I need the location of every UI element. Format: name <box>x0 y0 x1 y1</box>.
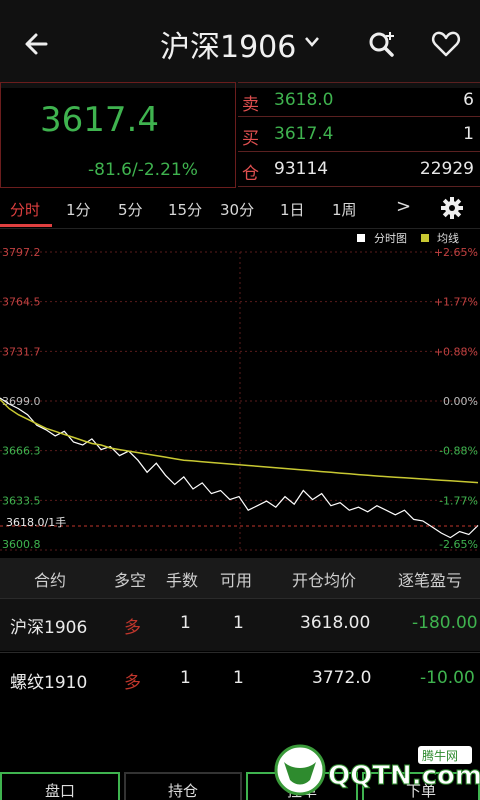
row-pnl: -10.00 <box>420 668 475 688</box>
sell-volume: 6 <box>463 90 474 110</box>
position-value: 93114 <box>274 159 329 179</box>
row-lots: 1 <box>180 613 191 633</box>
series-line-price <box>0 397 479 539</box>
sell-label: 卖 <box>242 95 259 115</box>
col-contract: 合约 <box>34 571 67 590</box>
y-tick-right: -2.65% <box>439 538 478 551</box>
buy-row: 买 3617.4 1 <box>238 117 480 152</box>
legend-swatch-price <box>357 234 365 242</box>
y-axis-left: 3797.2 3764.5 3731.7 3699.0 3666.3 3633.5 3600… <box>2 246 41 551</box>
row-avg-price: 3772.0 <box>312 668 372 688</box>
legend-avg: 均线 <box>437 231 459 245</box>
y-tick-right: 0.00% <box>443 395 478 408</box>
active-tab-indicator <box>0 224 52 227</box>
col-pnl: 逐笔盈亏 <box>398 571 463 590</box>
intraday-chart[interactable]: 分时图 均线 3797.2 3764.5 3731.7 3699.0 3666.3 363… <box>0 228 480 556</box>
row-lots: 1 <box>180 668 191 688</box>
series-line-average <box>0 398 479 484</box>
nav-chicang[interactable]: 持仓 <box>124 772 242 800</box>
current-price-label: 3618.0/1手 <box>6 515 66 529</box>
col-direction: 多空 <box>114 571 147 590</box>
buy-price: 3617.4 <box>274 124 334 144</box>
nav-pankou[interactable]: 盘口 <box>0 772 120 800</box>
row-contract: 沪深1906 <box>10 618 88 638</box>
legend-swatch-avg <box>421 234 429 242</box>
position-row: 仓 93114 22929 <box>238 152 480 187</box>
position-label: 仓 <box>242 164 259 184</box>
tab-1week[interactable]: 1周 <box>332 199 357 220</box>
chart-lines <box>0 397 479 539</box>
row-direction: 多 <box>124 618 141 638</box>
tab-fenshi[interactable]: 分时 <box>10 199 40 220</box>
y-tick-right: +2.65% <box>434 246 478 259</box>
row-avg-price: 3618.00 <box>300 613 371 633</box>
page-title[interactable]: 沪深1906 <box>160 22 296 66</box>
chart-grid <box>0 251 480 551</box>
buy-label: 买 <box>242 129 259 149</box>
y-tick-left: 3699.0 <box>2 395 41 408</box>
watermark-logo: QQTN.com 腾牛网 <box>274 744 480 796</box>
y-tick-left: 3600.8 <box>2 538 41 551</box>
row-available: 1 <box>233 613 244 633</box>
col-available: 可用 <box>220 571 253 590</box>
chart-legend: 分时图 均线 <box>357 231 459 245</box>
tab-30min[interactable]: 30分 <box>220 199 254 220</box>
chevron-down-icon[interactable] <box>304 34 320 48</box>
buy-volume: 1 <box>463 124 474 144</box>
watermark-subtext: 腾牛网 <box>422 748 458 763</box>
y-tick-right: +1.77% <box>434 296 478 309</box>
row-contract: 螺纹1910 <box>10 673 88 693</box>
row-pnl: -180.00 <box>412 613 478 633</box>
y-tick-right: +0.88% <box>434 345 478 358</box>
price-change: -81.6/-2.21% <box>88 160 198 180</box>
more-periods-button[interactable]: > <box>396 196 411 217</box>
y-axis-right: +2.65% +1.77% +0.88% 0.00% -0.88% -1.77% -2.65… <box>434 246 478 551</box>
y-tick-left: 3797.2 <box>2 246 41 259</box>
back-arrow-icon[interactable] <box>20 26 56 62</box>
y-tick-left: 3633.5 <box>2 494 41 507</box>
search-plus-icon[interactable] <box>366 28 398 60</box>
heart-icon[interactable] <box>430 28 462 60</box>
row-direction: 多 <box>124 673 141 693</box>
sell-row: 卖 3618.0 6 <box>238 82 480 117</box>
watermark-text: QQTN.com <box>328 761 480 791</box>
last-price: 3617.4 <box>40 100 159 140</box>
sell-price: 3618.0 <box>274 90 334 110</box>
y-tick-left: 3764.5 <box>2 296 41 309</box>
y-tick-right: -1.77% <box>439 494 478 507</box>
position-change: 22929 <box>419 159 474 179</box>
y-tick-left: 3666.3 <box>2 445 41 458</box>
y-tick-right: -0.88% <box>439 445 478 458</box>
col-avg-price: 开仓均价 <box>292 571 357 590</box>
y-tick-left: 3731.7 <box>2 345 41 358</box>
tab-1min[interactable]: 1分 <box>66 199 91 220</box>
tab-1day[interactable]: 1日 <box>280 199 305 220</box>
legend-price: 分时图 <box>374 232 407 245</box>
gear-icon[interactable] <box>440 196 464 220</box>
tab-15min[interactable]: 15分 <box>168 199 202 220</box>
row-available: 1 <box>233 668 244 688</box>
col-lots: 手数 <box>166 571 199 590</box>
tab-5min[interactable]: 5分 <box>118 199 143 220</box>
